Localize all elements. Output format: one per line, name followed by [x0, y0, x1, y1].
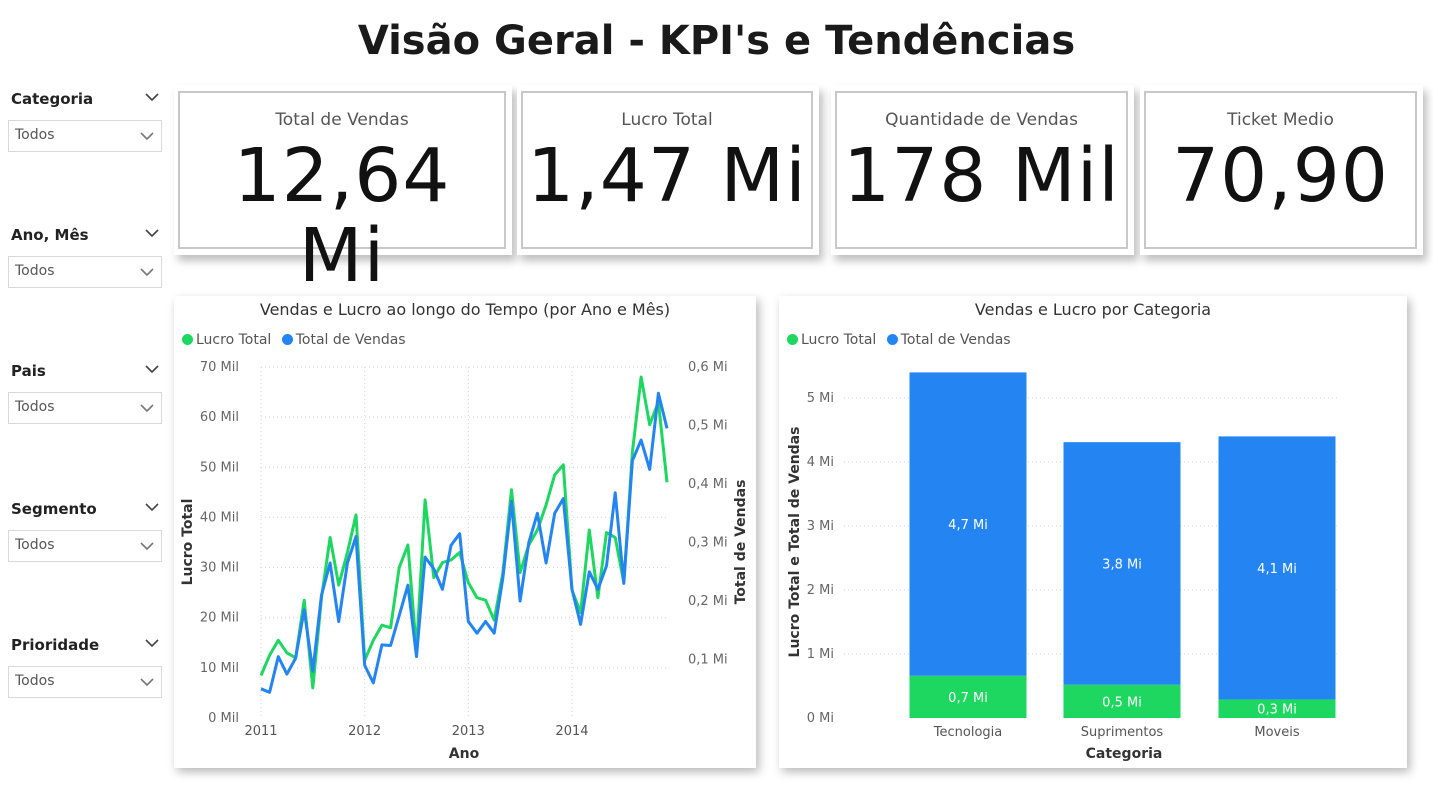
x-tick-label: 2012	[348, 724, 381, 739]
slicer-segmento: Segmento Todos	[8, 498, 162, 562]
data-label-lucro: 0,5 Mi	[1102, 695, 1142, 710]
y-left-tick-label: 60 Mil	[200, 410, 239, 425]
slicer-value: Todos	[15, 537, 55, 553]
slicer-header[interactable]: Categoria	[8, 88, 162, 110]
slicer-dropdown-categoria[interactable]: Todos	[8, 120, 162, 152]
kpi-card-ticket-medio: Ticket Medio 70,90	[1144, 91, 1417, 249]
kpi-value: 12,64 Mi	[233, 133, 451, 299]
x-tick-label: Suprimentos	[1081, 725, 1164, 740]
slicer-dropdown-pais[interactable]: Todos	[8, 392, 162, 424]
slicer-header[interactable]: Pais	[8, 360, 162, 382]
y-left-tick-label: 50 Mil	[200, 460, 239, 475]
slicer-label: Pais	[11, 362, 46, 380]
y-left-axis-label: Lucro Total	[180, 499, 196, 586]
y-right-tick-label: 0,5 Mi	[688, 419, 728, 434]
slicer-prioridade: Prioridade Todos	[8, 634, 162, 698]
slicer-header[interactable]: Ano, Mês	[8, 224, 162, 246]
slicer-dropdown-ano-mes[interactable]: Todos	[8, 256, 162, 288]
slicer-dropdown-prioridade[interactable]: Todos	[8, 666, 162, 698]
line-chart[interactable]: 0 Mil 10 Mil 20 Mil 30 Mil 40 Mil 50 Mil 60 Mi…	[174, 296, 756, 768]
bar-chart-card: Vendas e Lucro por Categoria Lucro Total…	[779, 296, 1407, 768]
slicer-value: Todos	[15, 263, 55, 279]
line-chart-card: Vendas e Lucro ao longo do Tempo (por An…	[174, 296, 756, 768]
kpi-card-total-de-vendas: Total de Vendas 12,64 Mi	[178, 91, 506, 296]
y-right-tick-label: 0,4 Mi	[688, 477, 728, 492]
y-tick-label: 5 Mi	[807, 391, 834, 406]
kpi-label: Ticket Medio	[1227, 110, 1334, 130]
x-tick-label: Tecnologia	[933, 725, 1002, 740]
x-axis-label: Categoria	[1086, 746, 1163, 762]
slicer-label: Segmento	[11, 500, 97, 518]
y-tick-label: 4 Mi	[807, 455, 834, 470]
slicer-header[interactable]: Segmento	[8, 498, 162, 520]
data-label-lucro: 0,3 Mi	[1257, 703, 1297, 718]
y-right-tick-label: 0,3 Mi	[688, 536, 728, 551]
kpi-value: 1,47 Mi	[527, 133, 807, 219]
data-label-vendas: 3,8 Mi	[1102, 557, 1142, 572]
y-left-tick-label: 10 Mil	[200, 661, 239, 676]
kpi-value: 70,90	[1172, 133, 1389, 219]
y-tick-label: 2 Mi	[807, 583, 834, 598]
slicer-label: Categoria	[11, 90, 94, 108]
slicer-ano-mes: Ano, Mês Todos	[8, 224, 162, 288]
y-left-tick-label: 20 Mil	[200, 611, 239, 626]
kpi-value: 178 Mil	[843, 133, 1120, 219]
kpi-label: Quantidade de Vendas	[885, 110, 1078, 130]
slicer-label: Ano, Mês	[11, 226, 89, 244]
y-tick-label: 1 Mi	[807, 647, 834, 662]
slicer-value: Todos	[15, 399, 55, 415]
kpi-card-lucro-total: Lucro Total 1,47 Mi	[521, 91, 813, 249]
slicer-categoria: Categoria Todos	[8, 88, 162, 152]
slicer-value: Todos	[15, 127, 55, 143]
bar-chart[interactable]: 0 Mi 1 Mi 2 Mi 3 Mi 4 Mi 5 Mi Lucro Total e To…	[779, 296, 1407, 768]
page-title: Visão Geral - KPI's e Tendências	[357, 18, 1076, 64]
series-line-lucro-total[interactable]	[259, 375, 669, 690]
y-left-tick-label: 40 Mil	[200, 510, 239, 525]
y-tick-label: 3 Mi	[807, 519, 834, 534]
data-label-lucro: 0,7 Mi	[948, 691, 988, 706]
x-tick-label: 2013	[452, 724, 485, 739]
y-axis-label: Lucro Total e Total de Vendas	[787, 427, 803, 658]
y-right-tick-label: 0,6 Mi	[688, 360, 728, 375]
y-left-tick-label: 70 Mil	[200, 360, 239, 375]
slicer-label: Prioridade	[11, 636, 100, 654]
y-tick-label: 0 Mi	[807, 711, 834, 726]
y-right-tick-label: 0,2 Mi	[688, 594, 728, 609]
y-left-tick-label: 0 Mil	[208, 711, 239, 726]
data-label-vendas: 4,1 Mi	[1257, 562, 1297, 577]
slicer-pais: Pais Todos	[8, 360, 162, 424]
y-right-axis-label: Total de Vendas	[733, 480, 749, 605]
y-right-tick-label: 0,1 Mi	[688, 653, 728, 668]
y-left-tick-label: 30 Mil	[200, 561, 239, 576]
x-tick-label: 2011	[244, 724, 277, 739]
slicer-value: Todos	[15, 673, 55, 689]
x-tick-label: Moveis	[1254, 725, 1299, 740]
data-label-vendas: 4,7 Mi	[948, 518, 988, 533]
x-tick-label: 2014	[555, 724, 588, 739]
slicer-header[interactable]: Prioridade	[8, 634, 162, 656]
kpi-label: Total de Vendas	[275, 110, 409, 130]
kpi-card-quantidade-de-vendas: Quantidade de Vendas 178 Mil	[835, 91, 1128, 249]
x-axis-label: Ano	[449, 746, 480, 762]
slicer-dropdown-segmento[interactable]: Todos	[8, 530, 162, 562]
kpi-label: Lucro Total	[621, 110, 713, 130]
